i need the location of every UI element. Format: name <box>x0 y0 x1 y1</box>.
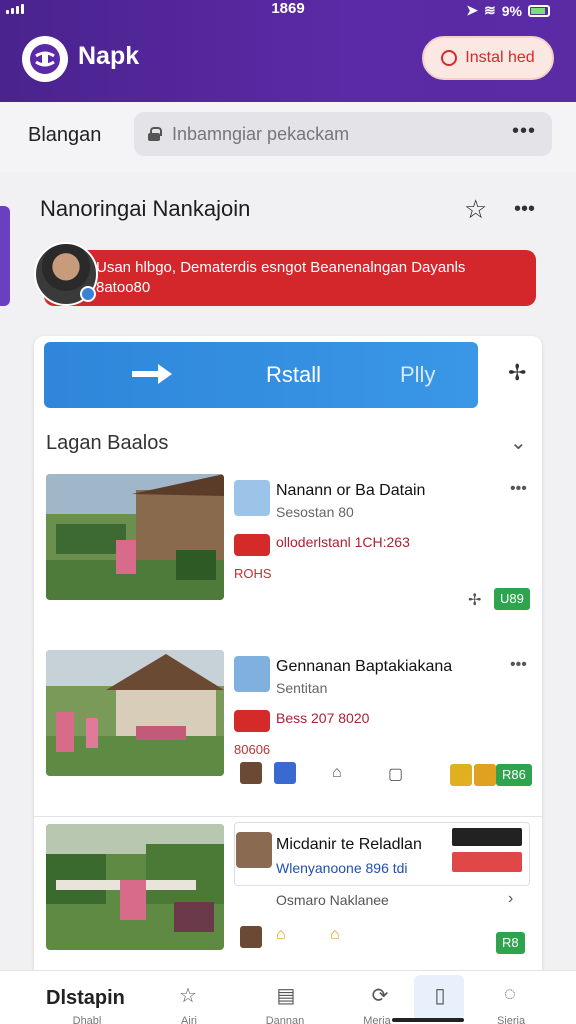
item-avatar <box>234 480 270 516</box>
item-flag-icon <box>452 828 522 846</box>
item-subtitle: Sesostan 80 <box>276 504 354 520</box>
item-tag[interactable]: R8 <box>496 932 525 954</box>
battery-icon <box>528 4 550 17</box>
item-meta: Bess 207 8020 <box>276 710 370 726</box>
item-subtitle: Sentitan <box>276 680 328 696</box>
more-options-icon[interactable]: ••• <box>512 120 536 143</box>
item-subtitle: Wlenyanoone 896 tdi <box>276 860 408 876</box>
battery-percent: 9% <box>501 2 522 19</box>
status-bar: 1869 ➤ ≋ 9% <box>0 0 576 22</box>
star-icon[interactable]: ☆ <box>464 194 487 225</box>
section-title: Lagan Baalos <box>46 432 169 454</box>
item-more-icon[interactable]: ••• <box>510 656 527 674</box>
item-meta: olloderlstanl 1CH:263 <box>276 534 410 550</box>
action-icon[interactable] <box>240 762 262 784</box>
nav-label: Dannan <box>265 1015 305 1024</box>
item-pin-icon[interactable]: ✢ <box>468 590 481 610</box>
item-title[interactable]: Nanann or Ba Datain <box>276 482 425 500</box>
item-meta-secondary: 80606 <box>234 742 271 757</box>
item-title[interactable]: Micdanir te Reladlan <box>276 836 422 854</box>
action-icon[interactable] <box>450 764 472 786</box>
star-nav-icon[interactable]: ☆ <box>168 983 208 1008</box>
item-badge-icon <box>234 534 270 556</box>
action-icon[interactable] <box>240 926 262 948</box>
divider <box>34 816 542 817</box>
item-meta-secondary: ROHS <box>234 566 272 581</box>
home-icon[interactable]: ⌂ <box>330 926 340 944</box>
item-meta: Osmaro Naklanee <box>276 892 389 908</box>
item-thumbnail[interactable] <box>46 650 224 776</box>
location-icon: ➤ <box>466 2 479 18</box>
item-avatar <box>236 832 272 868</box>
garden-image <box>46 824 224 950</box>
home-icon[interactable]: ⌂ <box>276 926 286 944</box>
refresh-nav-icon[interactable]: ⟳ <box>360 983 400 1008</box>
app-header: 1869 ➤ ≋ 9% Napk Instal hed <box>0 0 576 102</box>
item-thumbnail[interactable] <box>46 474 224 600</box>
install-bar-primary[interactable]: Rstall <box>266 362 321 388</box>
item-badge-icon <box>234 710 270 732</box>
install-button-label: Instal hed <box>465 49 535 66</box>
banner-subtext: 8atoo80 <box>96 279 151 296</box>
address-left-label[interactable]: Blangan <box>28 124 101 147</box>
item-thumbnail[interactable] <box>46 824 224 950</box>
item-tag[interactable]: R86 <box>496 764 532 786</box>
app-logo[interactable] <box>22 36 68 82</box>
side-accent <box>0 206 10 306</box>
item-avatar <box>234 656 270 692</box>
garden-house-image <box>46 474 224 600</box>
action-icon[interactable] <box>474 764 496 786</box>
home-indicator <box>392 1018 464 1022</box>
lock-icon <box>148 127 162 141</box>
address-url: Inbamngiar pekackam <box>172 123 350 144</box>
list-item[interactable]: Nanann or Ba Datain Sesostan 80 ••• ollo… <box>34 474 542 624</box>
action-icon[interactable] <box>274 762 296 784</box>
pin-icon[interactable]: ✢ <box>508 360 526 386</box>
item-more-icon[interactable]: ••• <box>510 480 527 498</box>
location-nav-icon[interactable]: ◌ <box>490 983 530 1006</box>
item-flag-icon <box>452 852 522 872</box>
chevron-down-icon[interactable]: ⌄ <box>510 430 527 455</box>
book-nav-icon[interactable]: ▯ <box>420 983 460 1008</box>
page-title: Nanoringai Nankajoin <box>40 196 251 221</box>
home-icon[interactable]: ⌂ <box>332 764 342 782</box>
comment-icon[interactable]: ▢ <box>388 764 403 784</box>
list-item[interactable]: Gennanan Baptakiakana Sentitan ••• Bess … <box>34 650 542 800</box>
bottom-nav-title[interactable]: Dlstapin <box>46 987 125 1010</box>
install-bar-secondary[interactable]: Plly <box>400 362 435 388</box>
content-card: Rstall Plly ✢ Lagan Baalos ⌄ Nanann or B… <box>34 336 542 1024</box>
item-title[interactable]: Gennanan Baptakiakana <box>276 658 452 676</box>
app-name: Napk <box>78 42 140 70</box>
item-tag[interactable]: U89 <box>494 588 530 610</box>
install-bar[interactable]: Rstall Plly <box>44 342 478 408</box>
arrow-right-icon <box>132 364 172 384</box>
address-row: Blangan Inbamngiar pekackam ••• <box>0 102 576 172</box>
page-more-icon[interactable]: ••• <box>514 198 535 221</box>
document-nav-icon[interactable]: ▤ <box>266 983 306 1008</box>
verified-badge-icon <box>80 286 96 302</box>
nav-label: Airi <box>181 1015 197 1024</box>
install-icon <box>441 50 458 66</box>
chevron-right-icon[interactable]: › <box>508 890 513 908</box>
avatar[interactable] <box>34 242 98 306</box>
alert-banner[interactable]: Usan hlbgo, Dematerdis esngot Beanenalng… <box>44 250 536 306</box>
address-bar[interactable]: Inbamngiar pekackam ••• <box>134 112 552 156</box>
nav-label: Dhabl <box>72 1015 102 1024</box>
banner-text: Usan hlbgo, Dematerdis esngot Beanenalng… <box>96 259 466 276</box>
village-image <box>46 650 224 776</box>
install-button[interactable]: Instal hed <box>422 36 554 80</box>
app-logo-icon <box>30 44 60 74</box>
wifi-icon: ≋ <box>484 2 496 18</box>
nav-label: Sieria <box>496 1015 526 1024</box>
bottom-nav: Dlstapin ☆ ▤ ⟳ ▯ ◌ Dhabl Airi Dannan Mer… <box>0 970 576 1024</box>
